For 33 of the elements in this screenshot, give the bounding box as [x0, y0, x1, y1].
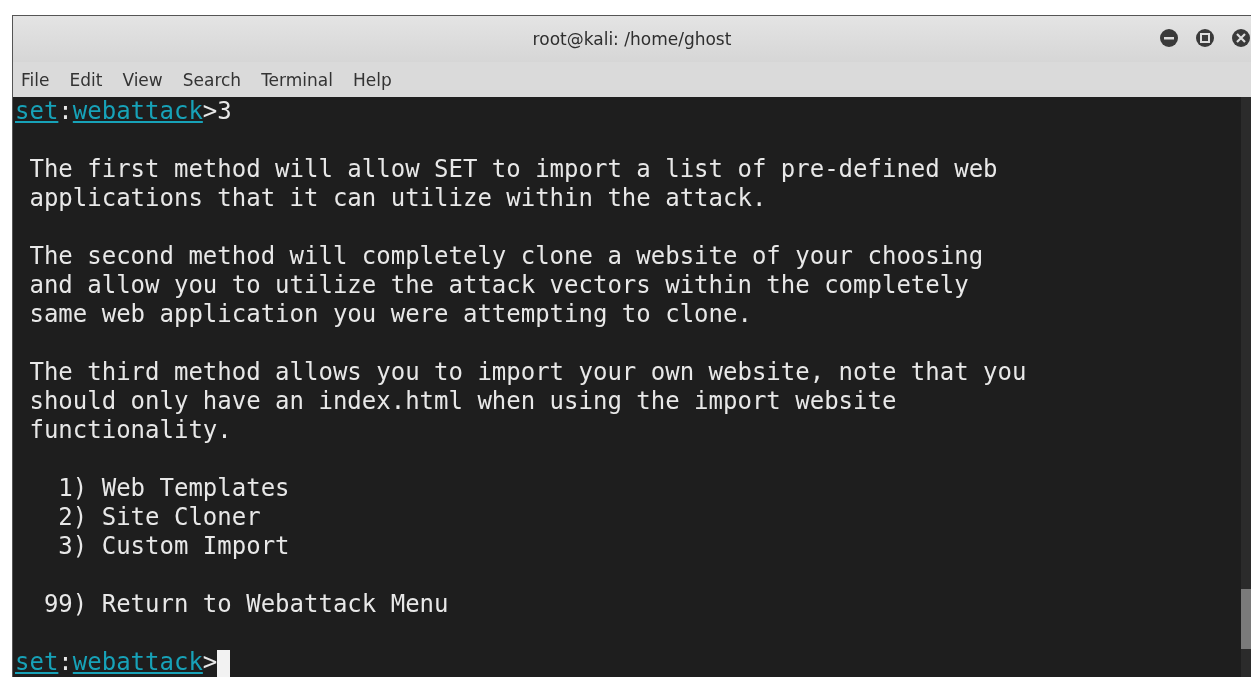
menu-item[interactable]: Help [344, 69, 400, 90]
prompt-module: set [15, 97, 59, 125]
prompt-module: set [15, 648, 59, 676]
menu-item[interactable]: Edit [61, 69, 111, 90]
terminal-line: The second method will completely clone a website of your choosing [28, 242, 985, 271]
terminal-line: 99) Return to Webattack Menu [42, 590, 450, 619]
prompt-separator: : [58, 648, 73, 676]
terminal-line: The third method allows you to import your own website, note that you [28, 358, 1028, 387]
command-text: 3 [217, 97, 232, 125]
terminal-line: and allow you to utilize the attack vectors within the completely [28, 271, 970, 300]
maximize-icon[interactable] [1195, 28, 1215, 48]
prompt-symbol: > [202, 648, 218, 676]
terminal-line: The first method will allow SET to import a list of pre-defined web [28, 155, 999, 184]
terminal-line: should only have an index.html when using the import website [28, 387, 898, 416]
terminal-line: 2) Site Cloner [57, 503, 262, 532]
terminal-line: applications that it can utilize within the attack. [28, 184, 768, 213]
prompt-submodule: webattack [72, 97, 203, 125]
terminal-line: 1) Web Templates [57, 474, 291, 503]
close-icon[interactable] [1231, 28, 1251, 48]
window-title: root@kali: /home/ghost [532, 29, 732, 49]
menu-item[interactable]: Search [174, 69, 250, 90]
terminal-line: functionality. [28, 416, 233, 445]
menu-item[interactable]: File [13, 69, 58, 90]
menu-item[interactable]: View [114, 69, 171, 90]
terminal-line: 3) Custom Import [57, 532, 291, 561]
terminal-line: same web application you were attempting to clone. [28, 300, 753, 329]
prompt-submodule: webattack [72, 648, 203, 676]
scrollbar[interactable] [1241, 97, 1251, 677]
minimize-icon[interactable] [1159, 28, 1179, 48]
scrollbar-thumb[interactable] [1241, 589, 1251, 649]
prompt-separator: : [58, 97, 73, 125]
prompt-symbol: > [202, 97, 218, 125]
menu-item[interactable]: Terminal [253, 69, 341, 90]
